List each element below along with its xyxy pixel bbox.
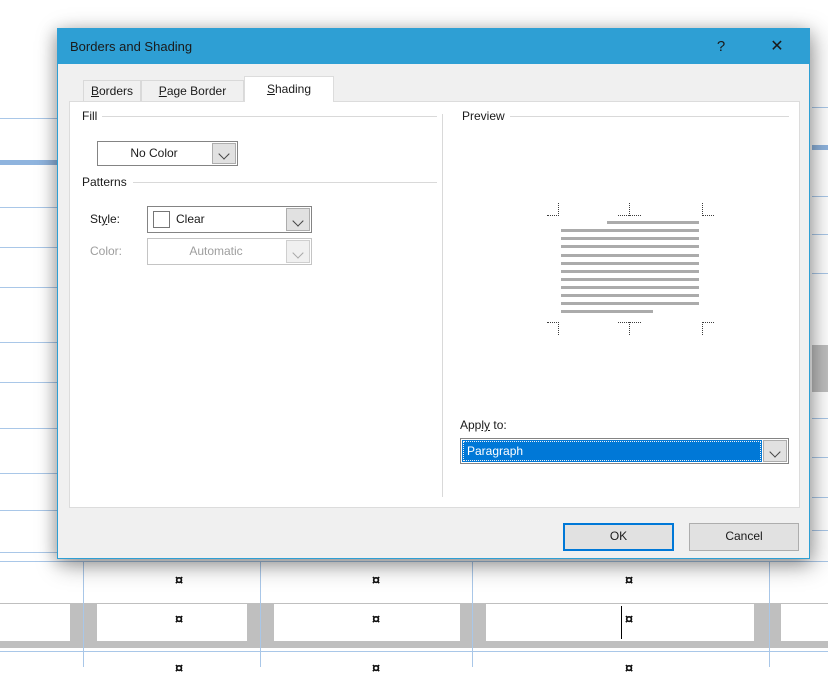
table-line-thick	[0, 160, 57, 165]
end-of-cell-marker: ¤	[174, 611, 184, 628]
chevron-down-icon	[292, 247, 304, 259]
table-column-border	[83, 561, 84, 667]
pattern-color-combobox: Automatic	[147, 238, 312, 265]
table-cell	[781, 604, 828, 641]
preview-text-bar	[561, 302, 699, 305]
table-line	[812, 457, 828, 458]
pattern-color-dropdown-button	[286, 240, 310, 263]
tab-borders[interactable]: Borders	[83, 80, 141, 101]
table-line	[0, 247, 57, 248]
preview-text-bar	[561, 254, 699, 257]
table-line	[812, 530, 828, 531]
table-line	[0, 473, 57, 474]
table-line	[812, 107, 828, 108]
pattern-color-label: Color:	[90, 244, 123, 258]
dialog-titlebar[interactable]: Borders and Shading ? ✕	[58, 29, 809, 64]
preview-guide	[702, 215, 714, 217]
table-line	[0, 428, 57, 429]
apply-to-label: Apply to:	[460, 418, 507, 432]
table-line	[812, 418, 828, 419]
group-divider	[102, 116, 437, 117]
end-of-cell-marker: ¤	[174, 660, 184, 677]
table-line	[0, 118, 57, 119]
table-row-border	[0, 561, 828, 562]
apply-to-dropdown-button[interactable]	[763, 440, 787, 462]
preview-text-bar	[561, 245, 699, 248]
preview-guide	[629, 322, 631, 335]
apply-to-value: Paragraph	[462, 440, 762, 462]
table-column-border	[260, 561, 261, 667]
chevron-down-icon	[769, 446, 781, 458]
table-line	[0, 207, 57, 208]
table-line	[0, 382, 57, 383]
pattern-style-combobox[interactable]: Clear	[147, 206, 312, 233]
pattern-color-value: Automatic	[189, 244, 243, 258]
table-line	[812, 273, 828, 274]
fill-group-label: Fill	[82, 109, 98, 123]
preview-guide	[547, 215, 559, 217]
table-line	[0, 552, 57, 553]
preview-text-bar	[607, 221, 699, 224]
preview-guide	[618, 215, 641, 217]
table-line	[812, 234, 828, 235]
table-line	[812, 497, 828, 498]
end-of-cell-marker: ¤	[371, 611, 381, 628]
shaded-cell-fragment	[812, 345, 828, 392]
preview-text-bar	[561, 237, 699, 240]
text-cursor[interactable]	[621, 606, 622, 639]
table-column-border	[472, 561, 473, 667]
preview-group-label: Preview	[462, 109, 505, 123]
chevron-down-icon	[292, 215, 304, 227]
table-line	[0, 287, 57, 288]
pattern-style-dropdown-button[interactable]	[286, 208, 310, 231]
panel-divider	[442, 114, 443, 497]
clear-style-swatch	[153, 211, 170, 228]
group-divider	[133, 182, 437, 183]
help-icon[interactable]: ?	[708, 29, 734, 64]
chevron-down-icon	[218, 148, 230, 160]
tab-page-border[interactable]: Page Border	[141, 80, 244, 101]
end-of-cell-marker: ¤	[371, 660, 381, 677]
apply-to-combobox[interactable]: Paragraph	[460, 438, 789, 464]
preview-text-bar	[561, 278, 699, 281]
table-line	[812, 196, 828, 197]
preview-text-bar	[561, 310, 653, 313]
table-line	[0, 342, 57, 343]
preview-text-bar	[561, 229, 699, 232]
dialog-title: Borders and Shading	[70, 39, 193, 54]
end-of-cell-marker: ¤	[624, 572, 634, 589]
fill-color-combobox[interactable]: No Color	[97, 141, 238, 166]
tab-shading[interactable]: Shading	[244, 76, 334, 102]
pattern-style-value: Clear	[176, 212, 205, 226]
preview-text-bar	[561, 270, 699, 273]
style-label: Style:	[90, 212, 121, 226]
borders-and-shading-dialog: Borders and Shading ? ✕ Borders Page Bor…	[57, 28, 810, 559]
close-icon[interactable]: ✕	[764, 29, 790, 64]
preview-text-bar	[561, 294, 699, 297]
fill-color-dropdown-button[interactable]	[212, 143, 236, 164]
cancel-button[interactable]: Cancel	[689, 523, 799, 551]
preview-text-bar	[561, 262, 699, 265]
table-line-thick	[812, 145, 828, 150]
preview-text-bar	[561, 286, 699, 289]
preview-guide	[702, 322, 704, 335]
end-of-cell-marker: ¤	[624, 660, 634, 677]
end-of-cell-marker: ¤	[371, 572, 381, 589]
fill-color-value: No Color	[130, 146, 178, 160]
group-divider	[510, 116, 789, 117]
table-line	[0, 510, 57, 511]
patterns-group-label: Patterns	[82, 175, 127, 189]
table-row-border	[0, 651, 828, 652]
shading-tab-panel: Fill No Color Patterns Style: Clear Colo…	[69, 101, 800, 508]
table-cell	[0, 604, 70, 641]
ok-button[interactable]: OK	[563, 523, 674, 551]
end-of-cell-marker: ¤	[174, 572, 184, 589]
preview-guide	[558, 322, 560, 335]
table-column-border	[769, 561, 770, 667]
